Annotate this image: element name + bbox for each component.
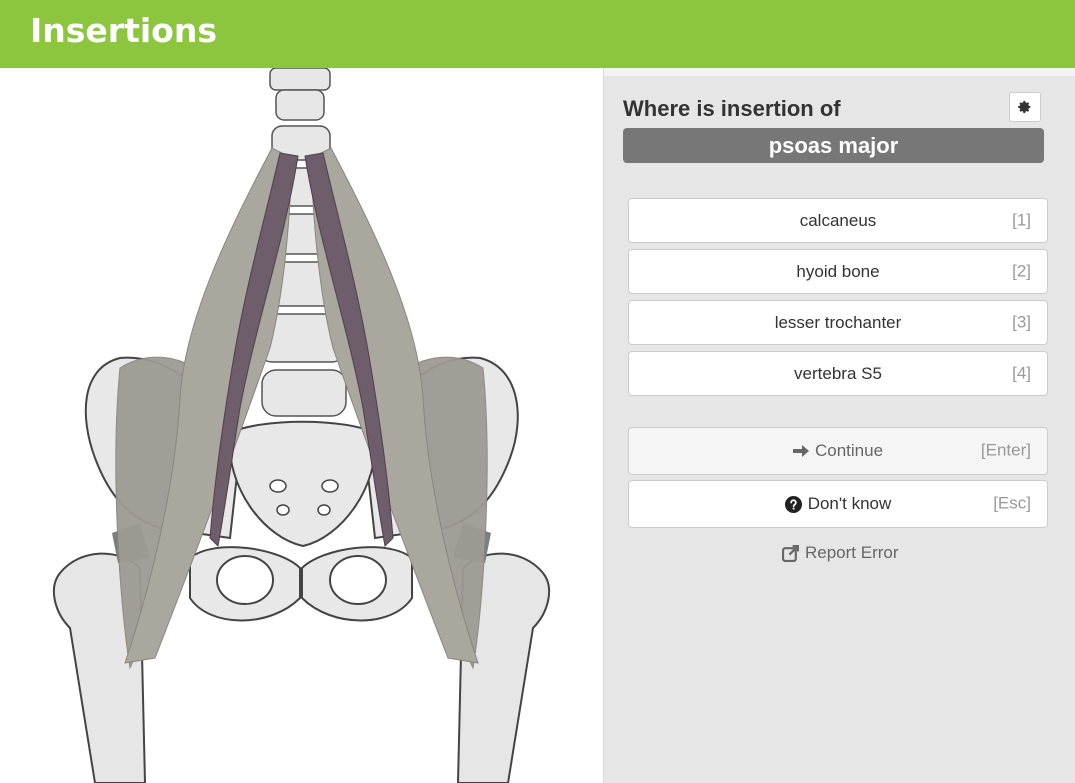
answer-option-3[interactable]: lesser trochanter [3] xyxy=(628,300,1048,345)
option-shortcut: [3] xyxy=(1012,312,1031,332)
settings-button[interactable] xyxy=(1009,92,1041,122)
quiz-panel: Where is insertion of psoas major calcan… xyxy=(603,68,1075,783)
answer-option-1[interactable]: calcaneus [1] xyxy=(628,198,1048,243)
app-header: Insertions xyxy=(0,0,1075,68)
term-box: psoas major xyxy=(623,128,1044,163)
option-label: lesser trochanter xyxy=(774,312,902,332)
dont-know-shortcut: [Esc] xyxy=(993,493,1031,513)
external-link-icon xyxy=(782,544,799,562)
gear-icon xyxy=(1018,100,1031,114)
app-title: Insertions xyxy=(30,11,217,50)
continue-label: Continue xyxy=(814,441,884,460)
answer-option-2[interactable]: hyoid bone [2] xyxy=(628,249,1048,294)
option-shortcut: [1] xyxy=(1012,210,1031,230)
pelvis-anatomy-illustration xyxy=(52,68,551,783)
anatomy-image-pane xyxy=(0,68,603,783)
option-label: calcaneus xyxy=(799,210,877,230)
report-error-label: Report Error xyxy=(805,543,899,562)
continue-shortcut: [Enter] xyxy=(980,440,1031,460)
option-label: vertebra S5 xyxy=(794,363,882,383)
question-circle-icon xyxy=(784,495,802,513)
panel-top-strip xyxy=(604,68,1075,76)
dont-know-label: Don't know xyxy=(807,494,892,513)
option-shortcut: [4] xyxy=(1012,363,1031,383)
arrow-right-icon xyxy=(792,445,809,457)
dont-know-button[interactable]: Don't know [Esc] xyxy=(628,480,1048,528)
answer-option-4[interactable]: vertebra S5 [4] xyxy=(628,351,1048,396)
question-text: Where is insertion of xyxy=(623,96,841,121)
option-label: hyoid bone xyxy=(796,261,880,281)
option-shortcut: [2] xyxy=(1012,261,1031,281)
report-error-link[interactable]: Report Error xyxy=(782,543,899,563)
continue-button[interactable]: Continue [Enter] xyxy=(628,427,1048,475)
